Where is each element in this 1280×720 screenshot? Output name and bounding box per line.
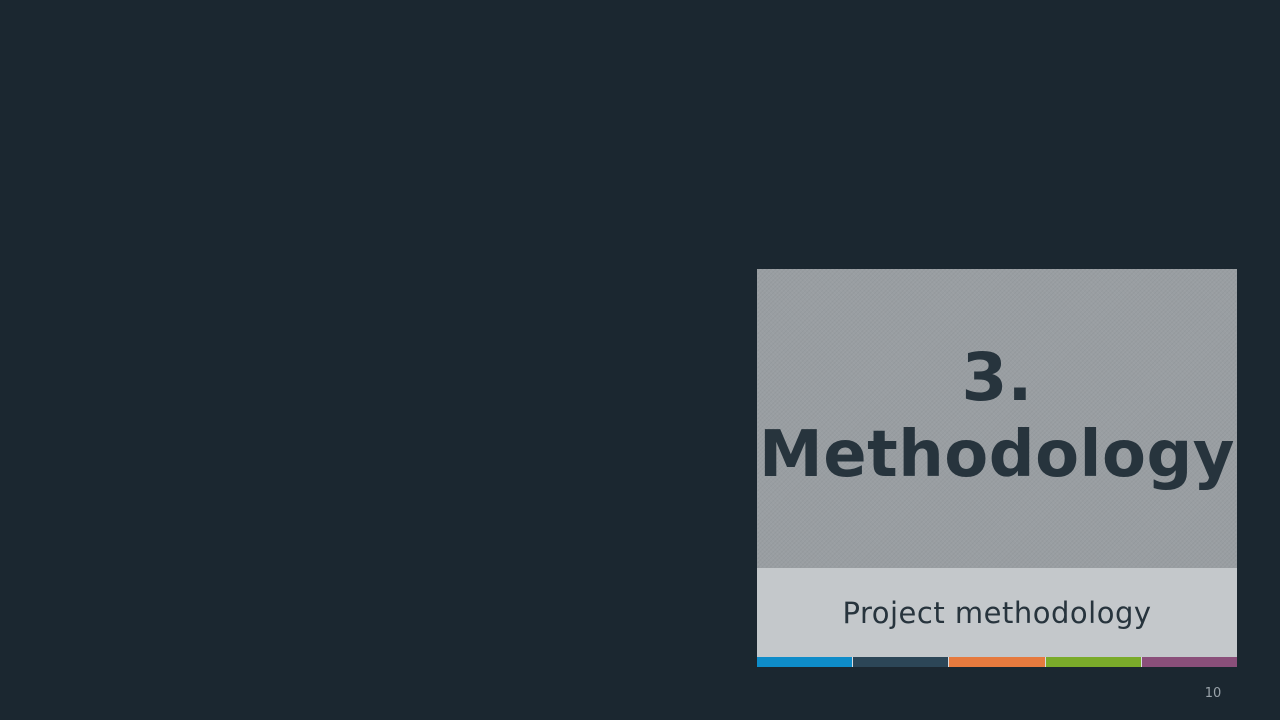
- section-title: Methodology: [759, 417, 1235, 492]
- accent-segment-blue: [757, 657, 854, 667]
- section-subtitle: Project methodology: [842, 595, 1152, 630]
- page-number: 10: [1204, 686, 1222, 701]
- accent-segment-green: [1045, 657, 1142, 667]
- accent-segment-purple: [1141, 657, 1238, 667]
- title-panel: 3. Methodology: [757, 269, 1237, 568]
- accent-segment-navy: [853, 657, 950, 667]
- slide: 3. Methodology Project methodology 10: [0, 0, 1280, 720]
- subtitle-panel: Project methodology: [757, 568, 1237, 657]
- section-number: 3.: [961, 338, 1033, 416]
- accent-color-bar: [757, 657, 1238, 667]
- section-card: 3. Methodology Project methodology: [757, 269, 1238, 667]
- accent-segment-orange: [949, 657, 1046, 667]
